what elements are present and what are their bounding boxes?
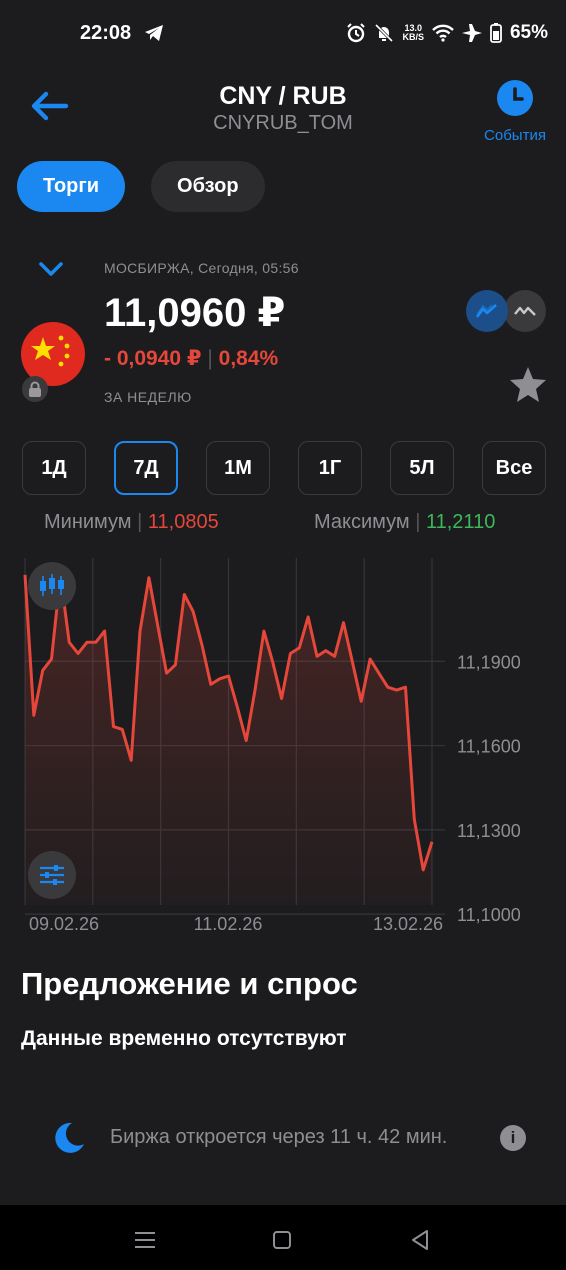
range-5y-button[interactable]: 5Л <box>390 441 454 495</box>
y-tick-label: 11,1300 <box>457 821 521 841</box>
period-label: ЗА НЕДЕЛЮ <box>104 389 192 405</box>
market-status-text: Биржа откроется через 11 ч. 42 мин. <box>110 1126 448 1148</box>
status-icons: 13.0 KB/S 65% <box>346 22 548 44</box>
change-absolute: - 0,0940 ₽ <box>104 347 202 370</box>
market-status: Биржа откроется через 11 ч. 42 мин. i <box>50 1120 530 1156</box>
network-speed: 13.0 KB/S <box>402 24 424 42</box>
tabs: Торги Обзор <box>17 161 265 212</box>
lock-icon <box>22 376 48 402</box>
x-tick-label: 09.02.26 <box>29 914 99 934</box>
tab-trading[interactable]: Торги <box>17 161 126 212</box>
back-nav-icon[interactable] <box>410 1229 430 1251</box>
min-value: 11,0805 <box>147 511 219 533</box>
range-all-button[interactable]: Все <box>482 441 546 495</box>
mute-icon <box>375 23 394 43</box>
range-1d-button[interactable]: 1Д <box>22 441 86 495</box>
speed-unit: KB/S <box>402 32 424 42</box>
tab-overview[interactable]: Обзор <box>151 161 265 212</box>
price-change: - 0,0940 ₽ | 0,84% <box>104 346 278 371</box>
chevron-down-icon[interactable] <box>38 260 64 278</box>
alarm-icon <box>347 23 366 43</box>
telegram-icon <box>145 25 163 41</box>
home-icon[interactable] <box>272 1230 292 1250</box>
battery-icon <box>490 23 502 43</box>
clock-icon <box>497 80 533 116</box>
wifi-icon <box>432 24 454 42</box>
line-chart-icon <box>475 304 497 318</box>
y-tick-label: 11,1900 <box>457 652 521 672</box>
status-bar: 22:08 13.0 KB/S 65% <box>0 0 566 68</box>
favorite-star-icon[interactable] <box>508 365 548 405</box>
events-button[interactable]: События <box>480 80 550 144</box>
period-selector: 1Д 7Д 1М 1Г 5Л Все <box>22 441 546 495</box>
line-chart-mode-button[interactable] <box>466 290 508 332</box>
battery-level: 65% <box>509 22 548 43</box>
price-chart-svg[interactable]: 11,1900 11,1600 11,1300 11,1000 09.02.26 11.… <box>0 540 566 940</box>
sliders-icon <box>40 865 64 885</box>
change-separator: | <box>207 347 213 370</box>
indicators-settings-button[interactable] <box>28 851 76 899</box>
max-value: 11,2110 <box>425 511 496 533</box>
change-percent: 0,84% <box>218 347 279 370</box>
x-tick-label: 13.02.26 <box>373 914 443 934</box>
range-1m-button[interactable]: 1М <box>206 441 270 495</box>
exchange-info: МОСБИРЖА, Сегодня, 05:56 <box>104 260 299 276</box>
trend-icon <box>514 306 536 316</box>
moon-icon <box>55 1122 84 1153</box>
info-icon[interactable]: i <box>500 1125 526 1151</box>
min-label: Минимум <box>44 511 132 533</box>
y-tick-label: 11,1600 <box>457 737 521 757</box>
current-price: 11,0960 ₽ <box>104 291 286 335</box>
status-time: 22:08 <box>80 22 132 44</box>
events-label: События <box>484 127 546 144</box>
candlestick-toggle-button[interactable] <box>28 562 76 610</box>
orderbook-empty-message: Данные временно отсутствуют <box>21 1027 347 1050</box>
system-nav-bar <box>0 1205 566 1270</box>
max-separator: | <box>415 511 421 533</box>
x-tick-label: 11.02.26 <box>194 914 263 934</box>
orderbook-title: Предложение и спрос <box>21 966 358 1001</box>
min-stat: Минимум | 11,0805 <box>44 511 219 534</box>
max-label: Максимум <box>314 511 410 533</box>
chart-mode-toggle <box>466 290 546 332</box>
min-separator: | <box>137 511 143 533</box>
range-1y-button[interactable]: 1Г <box>298 441 362 495</box>
candlestick-icon <box>40 574 64 596</box>
quote-block: МОСБИРЖА, Сегодня, 05:56 11,0960 ₽ - 0,0… <box>0 250 566 420</box>
max-stat: Максимум | 11,2110 <box>314 511 495 534</box>
price-chart[interactable]: 11,1900 11,1600 11,1300 11,1000 09.02.26 11.… <box>0 540 566 940</box>
compare-chart-mode-button[interactable] <box>504 290 546 332</box>
range-7d-button[interactable]: 7Д <box>114 441 178 495</box>
menu-icon[interactable] <box>134 1231 156 1249</box>
y-tick-label: 11,1000 <box>457 905 521 925</box>
header: CNY / RUB CNYRUB_TOM События <box>0 70 566 150</box>
airplane-icon <box>461 24 482 42</box>
